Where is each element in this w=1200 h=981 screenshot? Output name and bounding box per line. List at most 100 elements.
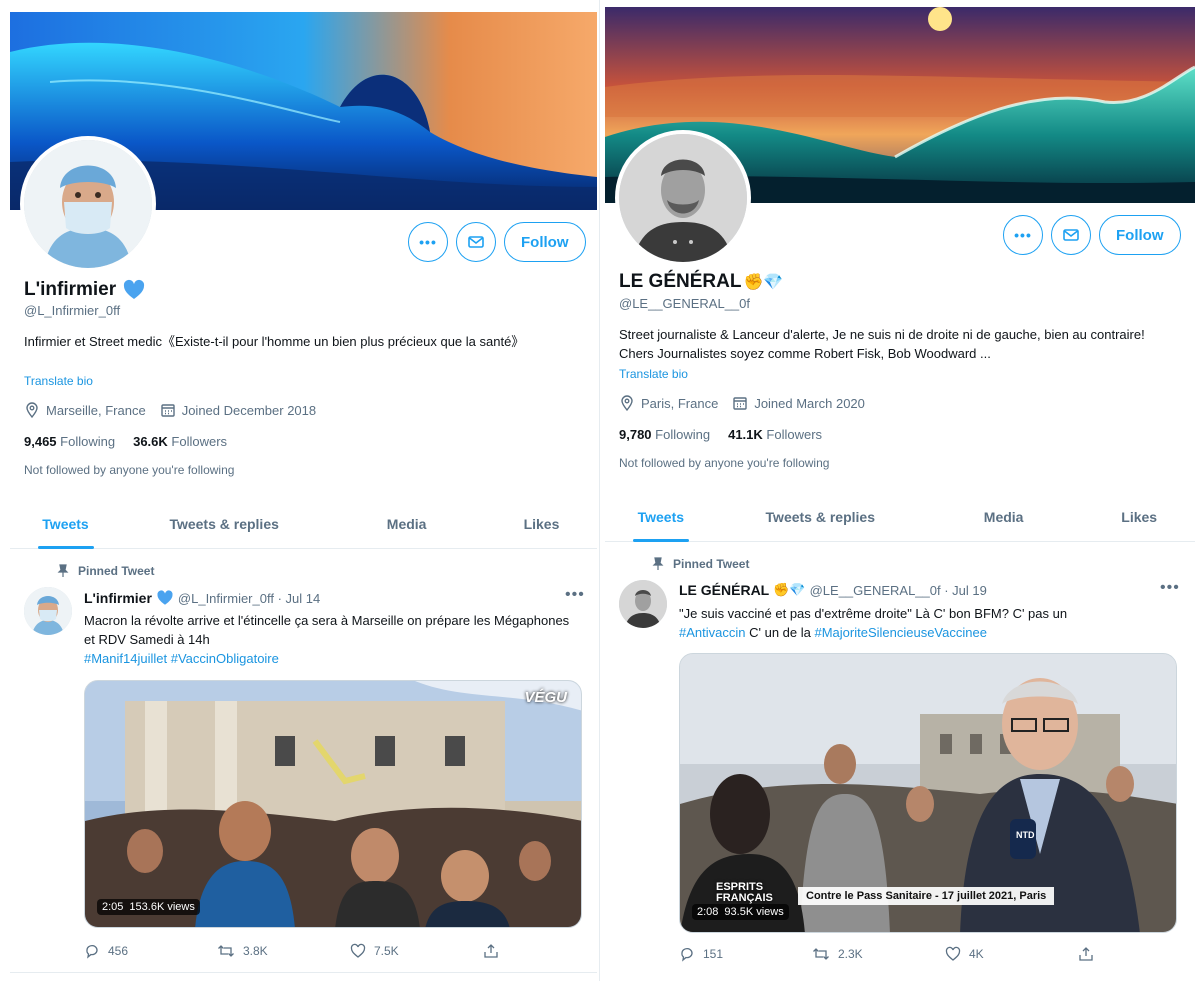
following-link[interactable]: 9,780 Following [619, 427, 710, 442]
tweet-avatar[interactable] [24, 587, 72, 635]
share-button[interactable] [1078, 946, 1200, 962]
tab-tweets[interactable]: Tweets [10, 499, 121, 549]
tweet-more-button[interactable]: ••• [565, 586, 585, 604]
tweet-more-button[interactable]: ••• [1160, 579, 1180, 597]
like-button[interactable]: 4K [945, 946, 1078, 962]
video-views: 153.6K views [129, 901, 195, 913]
tab-likes[interactable]: Likes [486, 499, 597, 548]
tweet-author-name[interactable]: L'infirmier [84, 590, 152, 606]
profile-bio: Street journaliste & Lanceur d'alerte, J… [619, 327, 1145, 361]
like-icon [945, 946, 961, 961]
followers-link[interactable]: 41.1K Followers [728, 427, 822, 442]
message-button[interactable] [456, 222, 496, 262]
joined-text: Joined December 2018 [181, 402, 317, 418]
tab-media[interactable]: Media [327, 499, 486, 548]
tweet-hashtag[interactable]: #Antivaccin [679, 625, 745, 640]
calendar-icon [733, 397, 748, 410]
joined-item: Joined December 2018 [160, 402, 316, 418]
pin-icon [57, 564, 69, 577]
tweet-handle-date[interactable]: @L_Infirmier_0ff · Jul 14 [178, 591, 320, 606]
more-icon: ••• [1014, 227, 1032, 243]
like-count: 4K [969, 947, 984, 961]
more-icon: ••• [565, 586, 585, 603]
tweet-video[interactable]: ESPRITS FRANÇAIS Contre le Pass Sanitair… [679, 653, 1177, 933]
share-button[interactable] [483, 943, 616, 959]
mail-icon [1063, 229, 1079, 241]
follow-button[interactable]: Follow [1099, 215, 1181, 255]
tweet-avatar[interactable] [619, 580, 667, 628]
pinned-text: Pinned Tweet [673, 557, 750, 571]
joined-item: Joined March 2020 [732, 395, 865, 411]
tweet-divider [10, 972, 597, 973]
tweet-body: Macron la révolte arrive et l'étincelle … [84, 613, 570, 647]
retweet-button[interactable]: 3.8K [217, 943, 350, 959]
like-button[interactable]: 7.5K [350, 943, 483, 959]
tweet-text: "Je suis vacciné et pas d'extrême droite… [679, 604, 1179, 642]
following-count: 9,465 [24, 434, 57, 449]
calendar-icon [161, 404, 175, 417]
following-link[interactable]: 9,465 Following [24, 434, 115, 449]
video-duration: 2:08 [697, 906, 719, 918]
like-icon [350, 943, 366, 958]
more-options-button[interactable]: ••• [408, 222, 448, 262]
video-badge: 2:08 93.5K views [692, 904, 789, 920]
more-icon: ••• [1160, 579, 1180, 596]
channel-logo: ESPRITS FRANÇAIS [716, 881, 773, 904]
profile-tabs: Tweets Tweets & replies Media Likes [605, 492, 1195, 542]
tab-tweets-replies[interactable]: Tweets & replies [717, 492, 924, 541]
reply-button[interactable]: 151 [679, 946, 812, 962]
location-item: Paris, France [619, 395, 718, 411]
video-caption: Contre le Pass Sanitaire - 17 juillet 20… [798, 887, 1055, 905]
video-watermark: VÉGU [524, 689, 567, 706]
profile-actions: ••• Follow [1003, 215, 1181, 255]
display-name-text: L'infirmier [24, 279, 117, 300]
tab-media[interactable]: Media [924, 492, 1083, 541]
tab-likes[interactable]: Likes [1083, 492, 1195, 541]
following-count: 9,780 [619, 427, 652, 442]
profile-avatar[interactable] [615, 130, 751, 266]
follow-button[interactable]: Follow [504, 222, 586, 262]
verified-icon [124, 279, 145, 299]
location-icon [621, 395, 633, 411]
location-text: Marseille, France [46, 402, 146, 418]
video-badge: 2:05 153.6K views [97, 899, 200, 915]
tab-tweets-replies[interactable]: Tweets & replies [121, 499, 327, 548]
tweet-video[interactable]: VÉGU 2:05 153.6K views [84, 680, 582, 928]
profile-tabs: Tweets Tweets & replies Media Likes [10, 499, 597, 549]
reply-button[interactable]: 456 [84, 943, 217, 959]
profile-handle: @L_Infirmier_0ff [24, 303, 121, 318]
tweet-hashtag[interactable]: #MajoriteSilencieuseVaccinee [814, 625, 986, 640]
location-text: Paris, France [641, 395, 719, 411]
profile-stats: 9,465 Following 36.6K Followers [24, 434, 227, 449]
retweet-icon [813, 948, 829, 960]
profile-stats: 9,780 Following 41.1K Followers [619, 427, 822, 442]
tweet-text: Macron la révolte arrive et l'étincelle … [84, 611, 574, 668]
tweet-author-name[interactable]: LE GÉNÉRAL [679, 582, 769, 598]
pinned-text: Pinned Tweet [78, 564, 155, 578]
profile-avatar[interactable] [20, 136, 156, 272]
followers-label: Followers [171, 434, 228, 449]
message-button[interactable] [1051, 215, 1091, 255]
not-followed-note: Not followed by anyone you're following [619, 456, 830, 470]
mic-logo: NTD [1016, 830, 1035, 840]
reply-icon [681, 947, 693, 962]
following-label: Following [60, 434, 116, 449]
followers-count: 41.1K [728, 427, 763, 442]
location-item: Marseille, France [24, 402, 146, 418]
tweet-hashtags[interactable]: #Manif14juillet #VaccinObligatoire [84, 651, 279, 666]
tweet-handle-date[interactable]: @LE__GENERAL__0f · Jul 19 [810, 583, 987, 598]
like-count: 7.5K [374, 944, 399, 958]
mail-icon [468, 236, 484, 248]
name-emoji: ✊💎 [743, 274, 784, 291]
translate-bio-link[interactable]: Translate bio [24, 374, 93, 388]
profile-actions: ••• Follow [408, 222, 586, 262]
profile-bio: Infirmier et Street medic《Existe-t-il po… [24, 334, 525, 349]
retweet-button[interactable]: 2.3K [812, 946, 945, 962]
translate-bio-link[interactable]: Translate bio [619, 367, 688, 381]
more-options-button[interactable]: ••• [1003, 215, 1043, 255]
tab-tweets[interactable]: Tweets [605, 492, 717, 542]
followers-link[interactable]: 36.6K Followers [133, 434, 227, 449]
tweet-body: "Je suis vacciné et pas d'extrême droite… [679, 606, 1068, 621]
pinned-label: Pinned Tweet [56, 564, 154, 578]
display-name: L'infirmier [24, 278, 146, 302]
